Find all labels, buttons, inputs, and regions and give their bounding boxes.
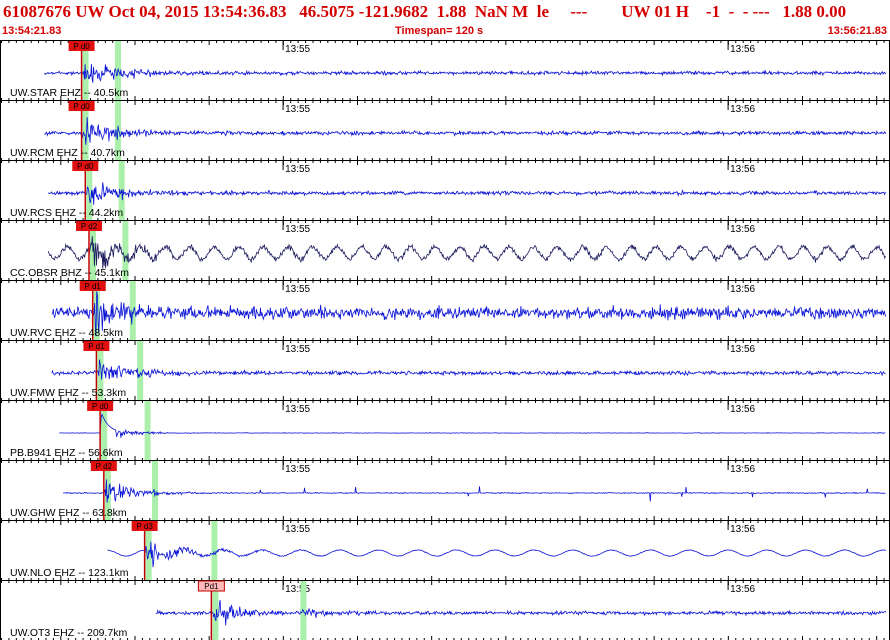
timespan-label: Timespan= 120 s <box>395 25 484 37</box>
window-start-time: 13:54:21.83 <box>2 25 62 37</box>
minute-label: 13:55 <box>285 164 310 175</box>
s-window-marker <box>211 521 218 580</box>
pick-label: P d2 <box>81 222 98 231</box>
trace-panel[interactable]: 13:55 13:56 Pd1 UW.OT3 EHZ -- 209.7km <box>0 580 890 640</box>
waveform <box>51 359 886 380</box>
channel-label: UW.OT3 EHZ -- 209.7km <box>10 627 128 639</box>
s-window-marker <box>144 401 151 460</box>
event-header: 61087676 UW Oct 04, 2015 13:54:36.83 46.… <box>0 0 890 40</box>
trace-panel[interactable]: 13:55 13:56 P d0 PB.B941 EHZ -- 56.6km <box>0 400 890 461</box>
minute-label: 13:55 <box>285 464 310 475</box>
trace-panel[interactable]: 13:55 13:56 P d2 UW.GHW EHZ -- 63.8km <box>0 460 890 521</box>
s-window-marker <box>137 341 144 400</box>
waveform <box>63 479 886 503</box>
minute-label: 13:55 <box>285 524 310 535</box>
minute-label: 13:56 <box>730 164 755 175</box>
trace-panel[interactable]: 13:55 13:56 P d2 CC.OBSR BHZ -- 45.1km <box>0 220 890 281</box>
minute-label: 13:56 <box>730 344 755 355</box>
waveform <box>155 599 887 626</box>
pick-label: P d0 <box>77 162 94 171</box>
channel-label: CC.OBSR BHZ -- 45.1km <box>10 267 129 279</box>
trace-panel[interactable]: 13:55 13:56 P d3 UW.NLO EHZ -- 123.1km <box>0 520 890 581</box>
minute-label: 13:56 <box>730 404 755 415</box>
trace-panel[interactable]: 13:55 13:56 P d1 UW.RVC EHZ -- 48.5km <box>0 280 890 341</box>
trace-panel[interactable]: 13:55 13:56 P d0 UW.RCS EHZ -- 44.2km <box>0 160 890 221</box>
pick-label: P d0 <box>73 102 90 111</box>
minute-label: 13:56 <box>730 464 755 475</box>
trace-frame <box>0 160 890 221</box>
minute-label: 13:56 <box>730 44 755 55</box>
pick-label: P d1 <box>88 342 105 351</box>
minute-label: 13:55 <box>285 344 310 355</box>
channel-label: UW.RCS EHZ -- 44.2km <box>10 207 123 219</box>
pick-label: P d1 <box>85 282 102 291</box>
waveform <box>47 182 886 205</box>
waveform <box>44 63 887 83</box>
seismogram-panel[interactable]: 13:55 13:56P d0UW.STAR EHZ -- 40.5km13:55… <box>0 40 890 640</box>
window-end-time: 13:56:21.83 <box>827 25 887 37</box>
waveform <box>59 413 886 438</box>
trace-panel[interactable]: 13:55 13:56 P d1 UW.FMW EHZ -- 53.3km <box>0 340 890 401</box>
trace-frame <box>0 220 890 281</box>
pick-label: P d2 <box>96 462 113 471</box>
channel-label: UW.NLO EHZ -- 123.1km <box>10 567 129 579</box>
pick-label: P d0 <box>92 402 109 411</box>
minute-label: 13:56 <box>730 224 755 235</box>
minute-label: 13:56 <box>730 584 755 595</box>
trace-panel[interactable]: 13:55 13:56 P d0 UW.STAR EHZ -- 40.5km <box>0 40 890 101</box>
trace-frame <box>0 580 890 640</box>
channel-label: PB.B941 EHZ -- 56.6km <box>10 447 123 459</box>
minute-label: 13:55 <box>285 44 310 55</box>
minute-label: 13:56 <box>730 524 755 535</box>
channel-label: UW.RVC EHZ -- 48.5km <box>10 327 123 339</box>
channel-label: UW.STAR EHZ -- 40.5km <box>10 87 128 99</box>
channel-label: UW.FMW EHZ -- 53.3km <box>10 387 126 399</box>
waveform <box>107 541 886 568</box>
pick-label: P d3 <box>136 522 153 531</box>
pick-label: Pd1 <box>204 582 219 591</box>
minute-label: 13:56 <box>730 104 755 115</box>
minute-label: 13:55 <box>285 104 310 115</box>
trace-panel[interactable]: 13:55 13:56 P d0 UW.RCM EHZ -- 40.7km <box>0 100 890 161</box>
waveform <box>47 236 886 269</box>
event-summary-line: 61087676 UW Oct 04, 2015 13:54:36.83 46.… <box>3 2 847 21</box>
channel-label: UW.RCM EHZ -- 40.7km <box>10 147 125 159</box>
waveform <box>51 291 886 337</box>
channel-label: UW.GHW EHZ -- 63.8km <box>10 507 127 519</box>
pick-label: P d0 <box>73 42 90 51</box>
minute-label: 13:55 <box>285 284 310 295</box>
minute-label: 13:55 <box>285 404 310 415</box>
minute-label: 13:55 <box>285 584 310 595</box>
trace-frame <box>0 400 890 461</box>
trace-frame <box>0 100 890 161</box>
minute-label: 13:56 <box>730 284 755 295</box>
trace-frame <box>0 40 890 101</box>
waveform <box>44 116 887 145</box>
minute-label: 13:55 <box>285 224 310 235</box>
s-window-marker <box>152 461 159 520</box>
trace-frame <box>0 340 890 401</box>
